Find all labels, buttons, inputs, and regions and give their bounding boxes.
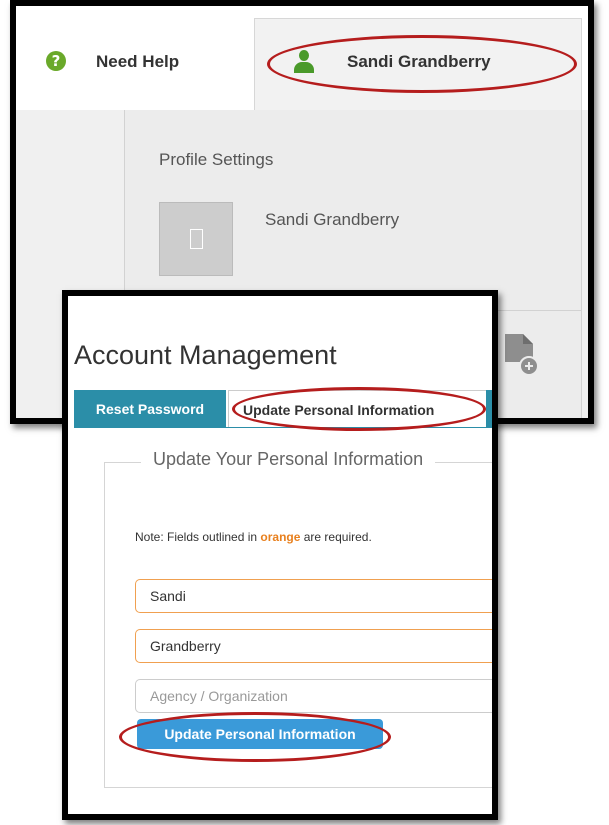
last-name-field[interactable]: Grandberry [135,629,492,663]
note-prefix: Note: Fields outlined in [135,530,261,544]
fieldset-legend: Update Your Personal Information [141,449,436,470]
avatar-placeholder-icon [190,229,203,249]
need-help-link[interactable]: ? Need Help [16,6,254,111]
personal-info-fieldset: Update Your Personal Information Note: F… [104,449,492,788]
help-icon: ? [46,51,66,71]
tabs-underline [74,427,492,428]
note-highlight: orange [260,530,301,544]
avatar[interactable] [159,202,233,276]
need-help-label: Need Help [96,52,180,71]
page-title: Account Management [74,340,337,370]
highlight-ellipse [267,35,577,93]
user-menu-tab[interactable]: Sandi Grandberry [254,18,582,111]
new-document-icon[interactable] [503,332,539,378]
profile-name: Sandi Grandberry [265,210,400,229]
first-name-field[interactable]: Sandi [135,579,492,613]
account-management-screenshot: Account Management Reset Password Update… [62,290,498,820]
highlight-ellipse [232,387,486,431]
required-note: Note: Fields outlined in orange are requ… [135,530,372,544]
agency-organization-field[interactable]: Agency / Organization [135,679,492,713]
tab-edge [486,390,492,428]
tab-reset-password[interactable]: Reset Password [74,390,226,428]
profile-settings-link[interactable]: Profile Settings [159,150,273,170]
highlight-ellipse [119,712,391,762]
note-suffix: are required. [300,530,372,544]
